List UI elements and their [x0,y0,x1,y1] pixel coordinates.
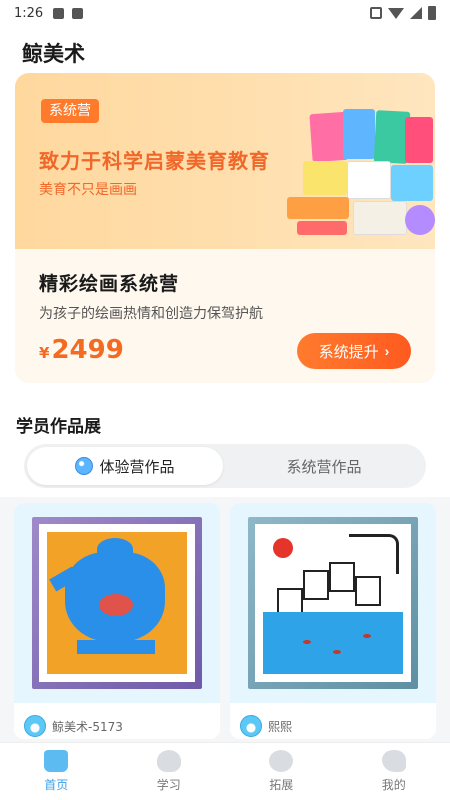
tab-trial-works[interactable]: 体验营作品 [27,447,223,485]
work-author: 熙熙 [240,715,292,737]
home-icon [44,750,69,772]
artwork-frame [32,517,202,689]
work-card[interactable]: 熙熙 [230,503,436,739]
course-description: 为孩子的绘画热情和创造力保驾护航 [39,306,263,322]
whale-icon [381,750,406,772]
nav-label-study: 学习 [156,778,181,792]
vibrate-icon [370,7,382,19]
nav-item-expand[interactable]: 拓展 [225,743,338,800]
author-name: 熙熙 [268,719,293,734]
status-icons [370,6,436,20]
works-gallery: 鲸美术-5173 熙熙 [0,497,450,742]
wifi-icon [388,7,404,19]
app-notification-icon [72,7,84,19]
tab-system-label: 系统营作品 [286,457,362,476]
chevron-right-icon: › [384,343,390,359]
course-card[interactable]: 系统营 致力于科学启蒙美育教育 美育不只是画画 精彩绘画系统营 为孩子的绘画热情… [15,73,435,383]
works-section-title: 学员作品展 [16,417,101,437]
price-currency: ¥ [39,344,50,362]
work-card[interactable]: 鲸美术-5173 [14,503,220,739]
course-banner[interactable]: 系统营 致力于科学启蒙美育教育 美育不只是画画 [15,73,435,249]
artwork-frame [248,517,418,689]
tab-system-works[interactable]: 系统营作品 [225,447,423,485]
flower-icon [269,750,294,772]
art-supplies-image [283,105,435,247]
work-author: 鲸美术-5173 [24,715,123,737]
banner-headline: 致力于科学启蒙美育教育 [39,149,270,173]
notification-icon [53,7,65,19]
upgrade-button-label: 系统提升 [318,343,379,361]
nav-item-study[interactable]: 学习 [113,743,226,800]
palette-icon [75,457,94,475]
nav-item-mine[interactable]: 我的 [338,743,450,800]
nav-label-home: 首页 [44,778,69,792]
upgrade-button[interactable]: 系统提升 › [297,333,411,369]
course-price: ¥ 2499 [39,335,124,365]
avatar [240,715,262,737]
palette-icon [156,750,181,772]
course-info: 精彩绘画系统营 为孩子的绘画热情和创造力保驾护航 ¥ 2499 系统提升 › [15,249,435,383]
avatar [24,715,46,737]
status-bar: 1:26 [0,0,450,26]
artwork-image [230,503,436,703]
course-title: 精彩绘画系统营 [39,273,180,295]
app-title: 鲸美术 [22,42,85,66]
author-name: 鲸美术-5173 [52,719,123,734]
works-tabs: 体验营作品 系统营作品 [24,444,426,488]
bottom-nav: 首页 学习 拓展 我的 [0,742,450,800]
price-amount: 2499 [51,335,124,365]
banner-subline: 美育不只是画画 [39,182,137,198]
camp-tag: 系统营 [41,99,99,123]
artwork-image [14,503,220,703]
signal-icon [410,7,422,19]
nav-item-home[interactable]: 首页 [0,743,113,800]
nav-label-mine: 我的 [381,778,406,792]
status-time: 1:26 [14,5,44,21]
battery-icon [428,6,436,20]
nav-label-expand: 拓展 [269,778,294,792]
tab-trial-label: 体验营作品 [99,457,175,476]
